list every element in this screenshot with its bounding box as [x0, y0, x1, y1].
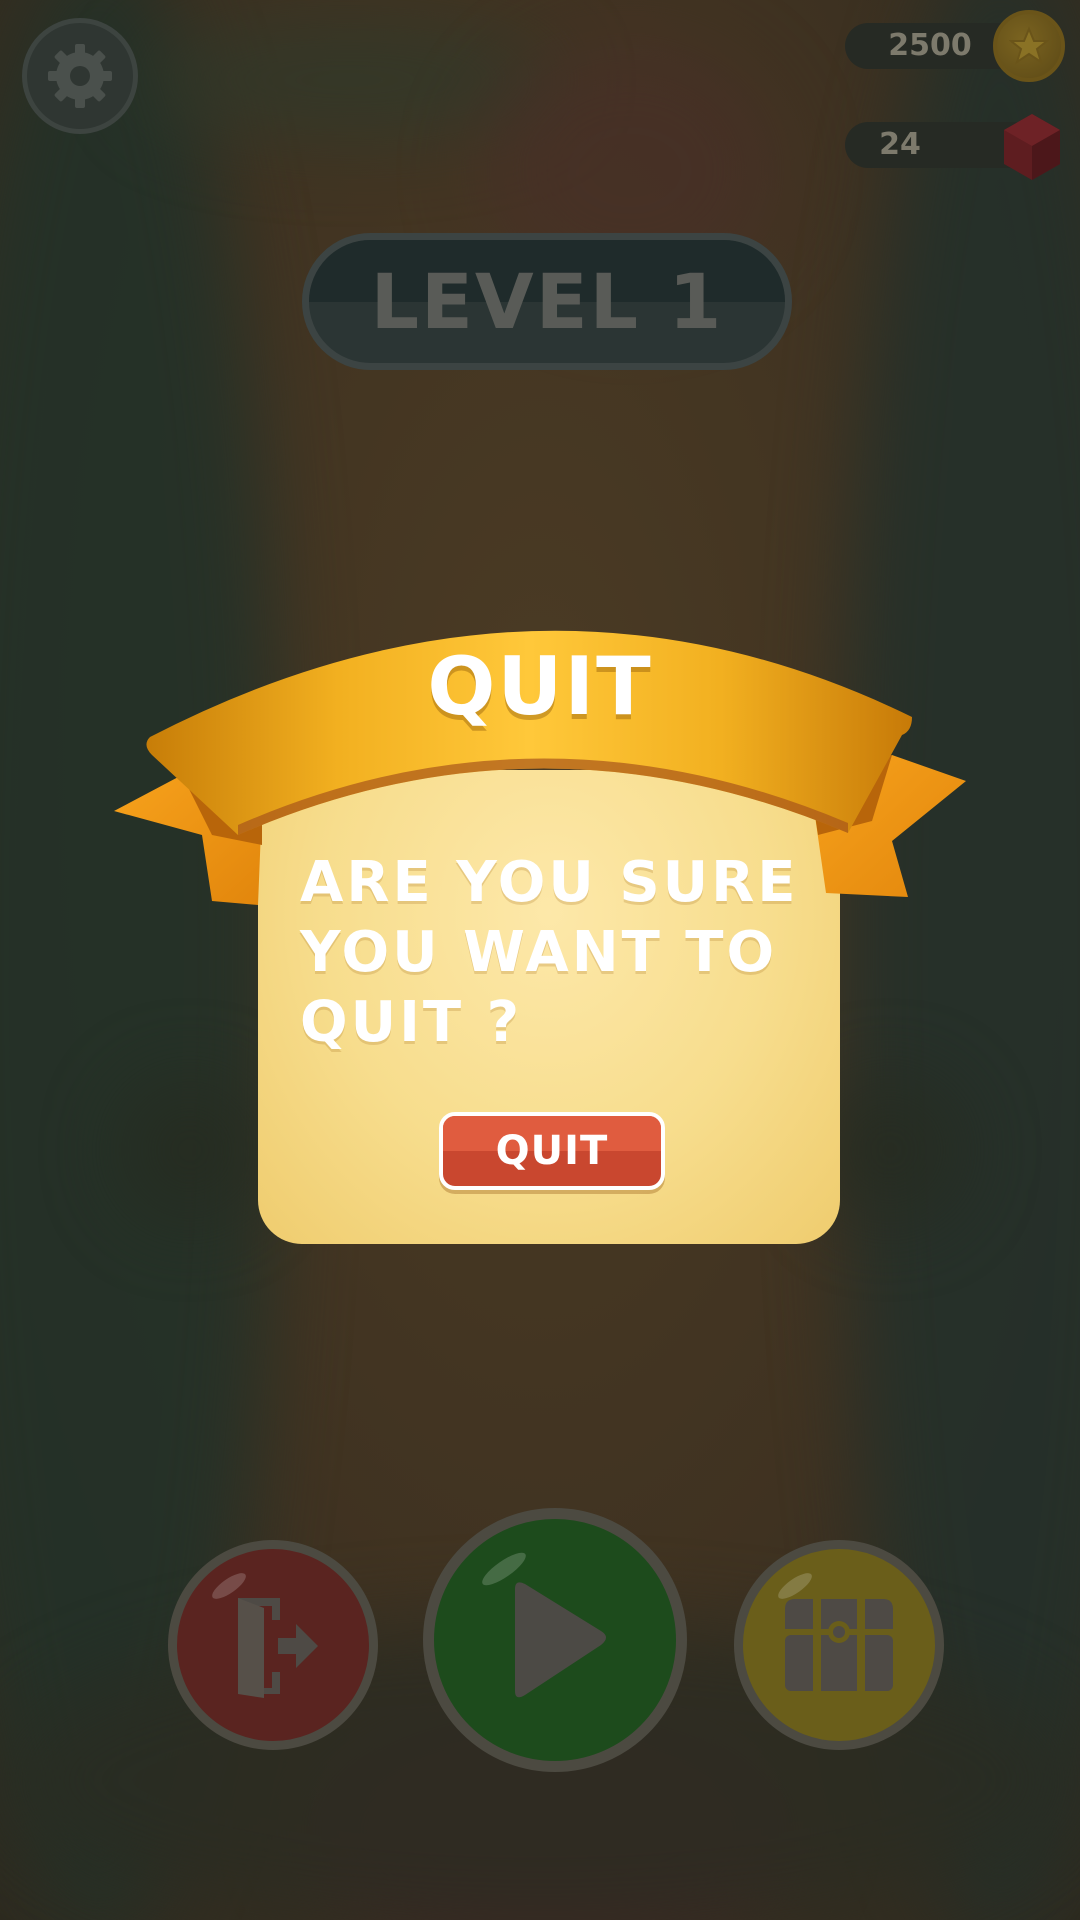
exit-button[interactable]: [168, 1540, 378, 1750]
play-icon: [515, 1582, 606, 1698]
confirm-quit-label: QUIT: [495, 1128, 609, 1174]
coin-amount: 2500: [888, 28, 972, 63]
level-banner: LEVEL 1: [302, 233, 792, 370]
exit-door-icon: [238, 1598, 318, 1698]
ruby-gem-icon: [1004, 114, 1060, 180]
treasure-chest-button[interactable]: [734, 1540, 944, 1750]
gear-icon: [48, 44, 112, 108]
treasure-chest-icon: [785, 1599, 893, 1691]
confirm-quit-button[interactable]: QUIT: [439, 1112, 665, 1190]
settings-button[interactable]: [22, 18, 138, 134]
gem-amount: 24: [879, 127, 921, 162]
dialog-message: ARE YOU SURE YOU WANT TO QUIT ?: [300, 850, 799, 1055]
level-label: LEVEL 1: [370, 257, 724, 346]
star-coin-icon: [993, 10, 1065, 82]
play-button[interactable]: [423, 1508, 687, 1772]
dialog-title: QUIT: [427, 640, 653, 733]
